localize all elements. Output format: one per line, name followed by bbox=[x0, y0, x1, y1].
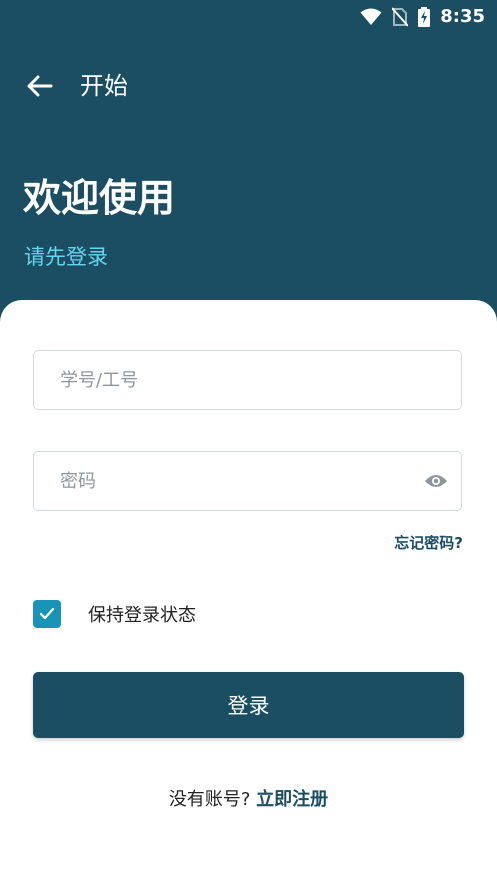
status-bar: 8:35 bbox=[0, 0, 497, 34]
password-field bbox=[33, 451, 462, 511]
battery-charging-icon bbox=[418, 7, 431, 27]
password-visibility-toggle[interactable] bbox=[423, 470, 449, 492]
status-icons: 8:35 bbox=[360, 7, 485, 27]
signup-row: 没有账号? 立即注册 bbox=[0, 785, 497, 811]
remember-me-label: 保持登录状态 bbox=[88, 605, 196, 626]
forgot-password-link[interactable]: 忘记密码? bbox=[394, 532, 463, 553]
status-time: 8:35 bbox=[440, 6, 485, 27]
signup-link[interactable]: 立即注册 bbox=[256, 789, 328, 810]
eye-icon bbox=[425, 475, 447, 487]
username-field bbox=[33, 350, 462, 410]
header-banner: 8:35 开始 欢迎使用 请先登录 bbox=[0, 0, 497, 330]
signup-prompt: 没有账号? bbox=[168, 789, 251, 810]
page-title: 开始 bbox=[80, 72, 128, 100]
no-sim-icon bbox=[392, 7, 409, 27]
username-input[interactable] bbox=[60, 351, 420, 409]
checkmark-icon bbox=[39, 607, 55, 620]
welcome-title: 欢迎使用 bbox=[23, 176, 176, 220]
back-button[interactable] bbox=[22, 71, 56, 101]
remember-me-checkbox[interactable] bbox=[33, 600, 61, 628]
top-app-bar: 开始 bbox=[0, 60, 497, 112]
wifi-icon bbox=[360, 8, 382, 25]
welcome-subtitle: 请先登录 bbox=[24, 245, 108, 269]
login-button[interactable]: 登录 bbox=[33, 672, 464, 738]
arrow-left-icon bbox=[27, 75, 53, 97]
password-input[interactable] bbox=[60, 452, 420, 510]
remember-me-row: 保持登录状态 bbox=[33, 599, 196, 629]
